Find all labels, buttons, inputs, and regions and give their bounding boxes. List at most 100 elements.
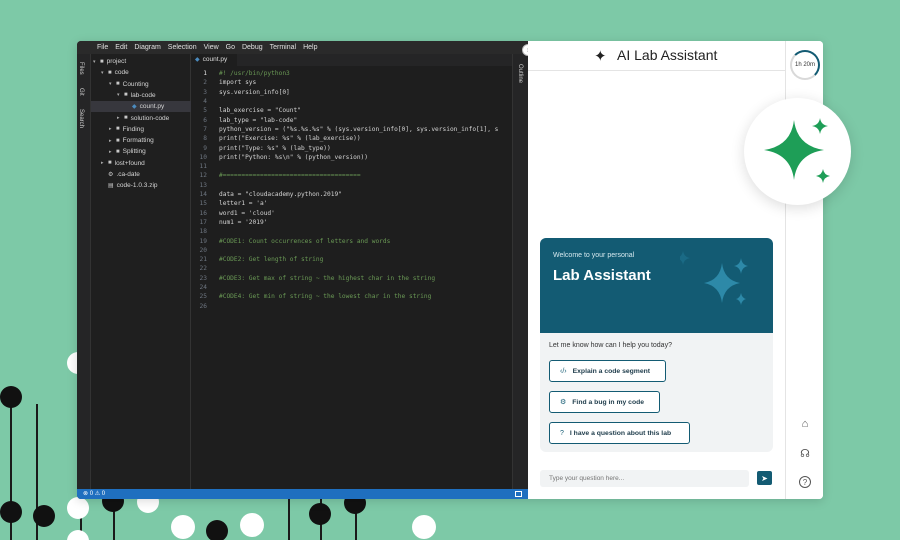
menu-terminal[interactable]: Terminal (270, 44, 296, 51)
code-line[interactable]: 13 (191, 181, 512, 190)
code-line[interactable]: 5 lab_exercise = "Count" (191, 106, 512, 115)
home-icon[interactable]: ⌂ (798, 418, 812, 430)
menu-file[interactable]: File (97, 44, 108, 51)
tree-item-label: lost+found (114, 159, 145, 167)
tree-item-label: count.py (139, 103, 165, 111)
code-line[interactable]: 15 letter1 = 'a' (191, 199, 512, 208)
code-text: sys.version_info[0] (219, 88, 290, 96)
ask-question-button[interactable]: ? I have a question about this lab (549, 422, 690, 444)
code-line[interactable]: 16 word1 = 'cloud' (191, 209, 512, 218)
code-line[interactable]: 8 print("Exercise: %s" % (lab_exercise)) (191, 134, 512, 143)
tree-item[interactable]: ▤ code-1.0.3.zip (91, 180, 191, 191)
tree-item[interactable]: ▸ ■ Splitting (91, 146, 191, 157)
outline-tab[interactable]: Outline (517, 64, 523, 83)
tree-item[interactable]: ▾ ■ project (91, 56, 191, 67)
code-line[interactable]: 26 (191, 302, 512, 311)
python-file-icon: ◆ (132, 104, 137, 111)
question-input[interactable] (549, 475, 744, 482)
code-line[interactable]: 4 (191, 97, 512, 106)
code-line[interactable]: 21 #CODE2: Get length of string (191, 255, 512, 264)
menu-edit[interactable]: Edit (115, 44, 127, 51)
code-line[interactable]: 19 #CODE1: Count occurrences of letters a… (191, 236, 512, 245)
code-line[interactable]: 11 (191, 162, 512, 171)
line-number: 13 (199, 181, 207, 189)
tree-item[interactable]: ▸ ■ lost+found (91, 158, 191, 169)
folder-icon: ■ (116, 137, 120, 144)
line-number: 26 (199, 302, 207, 310)
menu-help[interactable]: Help (303, 44, 317, 51)
code-line[interactable]: 22 (191, 264, 512, 273)
problems-indicator[interactable]: ⊗ 0 ⚠ 0 (83, 490, 105, 497)
code-line[interactable]: 18 (191, 227, 512, 236)
tree-item-label: Counting (122, 80, 149, 88)
chevron-right-icon[interactable]: ▸ (109, 138, 116, 144)
chevron-right-icon[interactable]: ▸ (101, 160, 108, 166)
menubar: File Edit Diagram Selection View Go Debug Termi… (77, 41, 528, 54)
chevron-down-icon[interactable]: ▾ (101, 70, 108, 76)
chevron-right-icon[interactable]: ▸ (117, 115, 124, 121)
code-line[interactable]: 9 print("Type: %s" % (lab_type)) (191, 143, 512, 152)
activity-files-tab[interactable]: Files (78, 62, 84, 75)
chevron-down-icon[interactable]: ▾ (109, 81, 116, 87)
folder-icon: ■ (116, 148, 120, 155)
ask-question-label: I have a question about this lab (569, 429, 672, 437)
tree-item[interactable]: ◆ count.py (91, 101, 191, 113)
send-button[interactable]: ➤ (757, 471, 772, 485)
explain-code-button[interactable]: ‹/› Explain a code segment (549, 360, 666, 382)
code-line[interactable]: 25 #CODE4: Get min of string ~ the lowest… (191, 292, 512, 301)
chevron-right-icon[interactable]: ▸ (109, 126, 116, 132)
tree-item[interactable]: ▸ ■ solution-code (91, 113, 191, 124)
code-line[interactable]: 24 (191, 283, 512, 292)
code-line[interactable]: 23 #CODE3: Get max of string ~ the highes… (191, 274, 512, 283)
tree-item[interactable]: ▾ ■ Counting (91, 79, 191, 90)
menu-selection[interactable]: Selection (168, 44, 197, 51)
editor-tab-count-py[interactable]: ◆ count.py (191, 54, 237, 66)
chevron-down-icon[interactable]: ▾ (117, 92, 124, 98)
code-text: word1 = 'cloud' (219, 209, 275, 217)
send-icon: ➤ (761, 473, 768, 483)
find-bug-button[interactable]: ⚙ Find a bug in my code (549, 391, 660, 413)
tree-item[interactable]: ⚙ .ca-date (91, 169, 191, 180)
code-line[interactable]: 1 #! /usr/bin/python3 (191, 69, 512, 78)
folder-icon: ■ (116, 126, 120, 133)
line-number: 4 (203, 98, 207, 106)
code-line[interactable]: 17 num1 = '2019' (191, 218, 512, 227)
editor-tab-label: count.py (202, 56, 228, 63)
chevron-right-icon[interactable]: ▸ (109, 149, 116, 155)
menu-debug[interactable]: Debug (242, 44, 263, 51)
menu-go[interactable]: Go (226, 44, 235, 51)
chevron-down-icon[interactable]: ▾ (93, 59, 100, 65)
bug-icon: ⚙ (560, 399, 567, 406)
deco-dot (206, 520, 228, 540)
code-line[interactable]: 3 sys.version_info[0] (191, 88, 512, 97)
layout-toggle-icon[interactable] (515, 491, 522, 497)
tree-item-label: code-1.0.3.zip (116, 182, 158, 190)
editor-tabbar (191, 54, 512, 66)
deco-dot (0, 501, 22, 523)
code-text: lab_type = "lab-code" (219, 116, 298, 124)
code-line[interactable]: 12 #===================================== (191, 171, 512, 180)
menu-view[interactable]: View (204, 44, 219, 51)
code-line[interactable]: 20 (191, 246, 512, 255)
code-editor[interactable]: ◆ count.py 1 #! /usr/bin/python3 2 import s… (191, 54, 512, 489)
tree-item[interactable]: ▸ ■ Finding (91, 124, 191, 135)
deco-dot (309, 503, 331, 525)
menu-diagram[interactable]: Diagram (134, 44, 160, 51)
tree-item-label: lab-code (130, 91, 156, 99)
tree-item[interactable]: ▸ ■ Formatting (91, 135, 191, 146)
code-line[interactable]: 7 python_version = ("%s.%s.%s" % (sys.ver… (191, 125, 512, 134)
gear-icon: ⚙ (108, 172, 114, 178)
code-text: print("Python: %s\n" % (python_version)) (219, 153, 369, 161)
help-icon[interactable]: ? (799, 476, 811, 488)
line-number: 11 (199, 163, 207, 171)
tree-item[interactable]: ▾ ■ code (91, 67, 191, 78)
activity-search-tab[interactable]: Search (78, 109, 84, 128)
tree-item[interactable]: ▾ ■ lab-code (91, 90, 191, 101)
support-headset-icon[interactable]: ☊ (798, 447, 812, 460)
tree-item-label: Formatting (122, 137, 154, 145)
code-line[interactable]: 14 data = "cloudacademy.python.2019" (191, 190, 512, 199)
code-line[interactable]: 2 import sys (191, 78, 512, 87)
code-line[interactable]: 6 lab_type = "lab-code" (191, 116, 512, 125)
code-line[interactable]: 10 print("Python: %s\n" % (python_version… (191, 153, 512, 162)
activity-git-tab[interactable]: Git (78, 88, 84, 96)
